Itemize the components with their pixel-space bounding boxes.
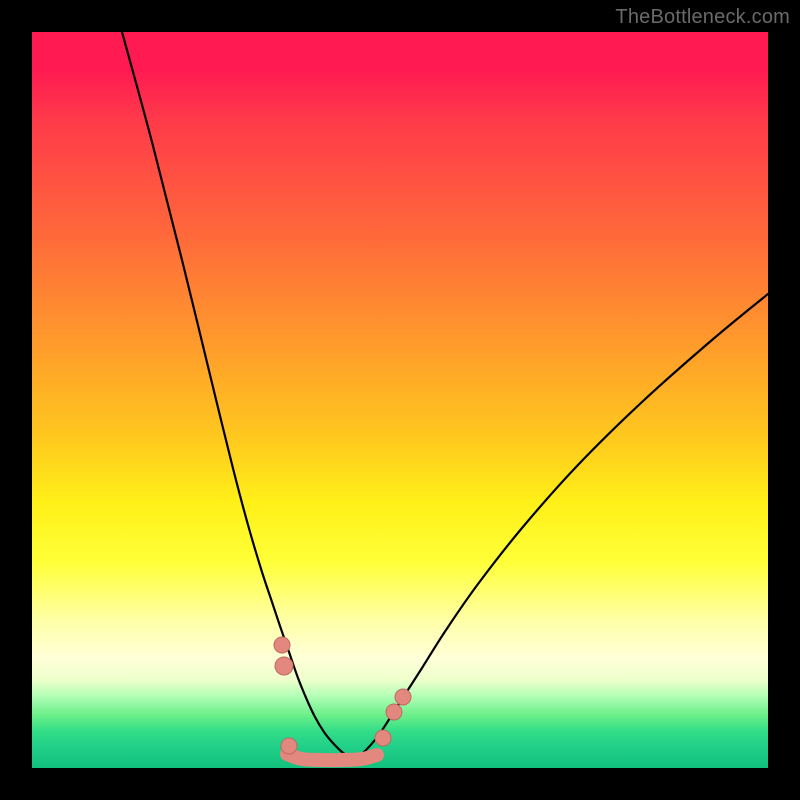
marker-dot xyxy=(395,689,411,705)
marker-dot xyxy=(375,730,391,746)
marker-dot xyxy=(386,704,402,720)
marker-dot xyxy=(281,738,297,754)
trough-highlight xyxy=(287,754,377,760)
marker-dot xyxy=(274,637,290,653)
marker-dot xyxy=(275,657,293,675)
marker-group xyxy=(274,637,411,754)
watermark-text: TheBottleneck.com xyxy=(615,6,790,29)
marker-layer xyxy=(32,32,768,768)
plot-area xyxy=(32,32,768,768)
chart-frame: TheBottleneck.com xyxy=(0,0,800,800)
